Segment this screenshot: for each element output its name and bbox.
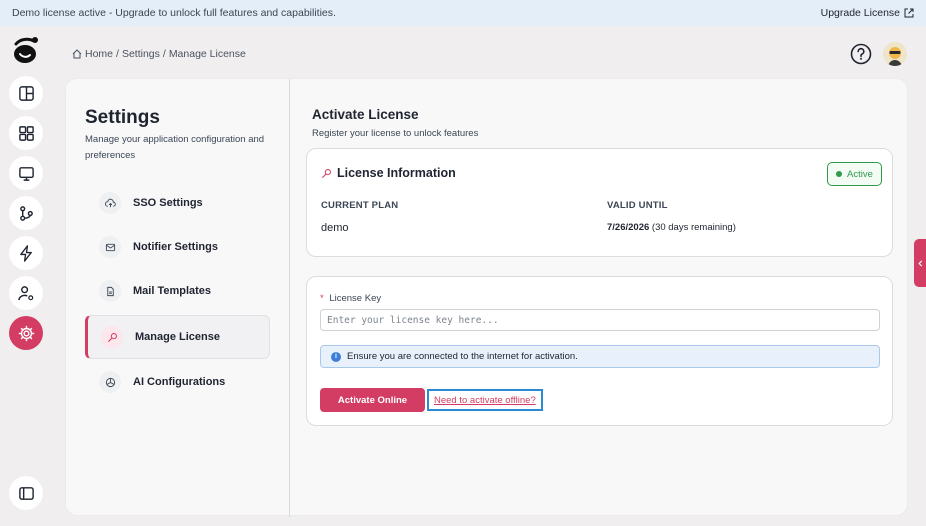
info-icon: i	[331, 351, 341, 362]
lightning-icon	[19, 244, 32, 262]
banner-text: Demo license active - Upgrade to unlock …	[12, 7, 336, 19]
document-icon	[99, 280, 121, 302]
license-info-card: License Information Active CURRENT PLAN …	[306, 148, 893, 257]
activate-online-button[interactable]: Activate Online	[320, 388, 425, 412]
avatar[interactable]	[883, 42, 907, 66]
nav-item-label: Manage License	[135, 331, 220, 343]
valid-until-value: 7/26/2026 (30 days remaining)	[607, 222, 736, 233]
layout-icon	[18, 85, 34, 101]
user-avatar-icon	[883, 42, 907, 66]
cloud-upload-icon	[99, 192, 121, 214]
side-panel-toggle[interactable]	[914, 239, 926, 287]
page-title: Activate License	[312, 107, 419, 122]
rail-settings-button[interactable]	[9, 316, 43, 350]
dashboard-icon	[18, 125, 34, 141]
breadcrumb-separator: /	[116, 48, 119, 60]
rail-user-settings-button[interactable]	[9, 276, 43, 310]
connection-notice-text: Ensure you are connected to the internet…	[347, 351, 578, 362]
status-badge: Active	[827, 162, 882, 186]
nav-item-label: Mail Templates	[133, 285, 212, 297]
settings-panel: Settings Manage your application configu…	[65, 78, 908, 517]
breadcrumb-home[interactable]: Home	[85, 48, 113, 60]
external-link-icon	[904, 8, 914, 18]
license-key-label: * License Key	[320, 293, 381, 304]
rail-layout-button[interactable]	[9, 76, 43, 110]
license-key-input[interactable]	[320, 309, 880, 331]
rail-dashboard-button[interactable]	[9, 116, 43, 150]
key-icon	[322, 168, 331, 178]
breadcrumb: Home / Settings / Manage License	[72, 48, 246, 60]
breadcrumb-settings[interactable]: Settings	[122, 48, 160, 60]
monitor-icon	[18, 166, 34, 181]
nav-item-notifier-settings[interactable]: Notifier Settings	[85, 225, 270, 269]
breadcrumb-separator: /	[162, 48, 166, 60]
current-plan-label: CURRENT PLAN	[321, 200, 399, 211]
breadcrumb-current: Manage License	[168, 48, 246, 60]
license-info-title: License Information	[321, 166, 456, 180]
nav-item-label: Notifier Settings	[133, 241, 218, 253]
nav-item-label: SSO Settings	[133, 197, 203, 209]
license-key-label-text: License Key	[329, 293, 382, 304]
app-logo-icon	[14, 37, 38, 63]
valid-until-remaining: (30 days remaining)	[651, 222, 736, 233]
rail-sidebar-toggle-button[interactable]	[9, 476, 43, 510]
status-badge-label: Active	[847, 168, 873, 180]
settings-subtitle: Manage your application configuration an…	[85, 134, 265, 161]
current-plan-value: demo	[321, 222, 349, 234]
required-marker: *	[320, 293, 324, 304]
nav-item-manage-license[interactable]: Manage License	[85, 315, 270, 359]
user-gear-icon	[17, 285, 33, 300]
mail-icon	[99, 236, 121, 258]
sidebar-toggle-icon	[18, 486, 34, 500]
nav-item-sso-settings[interactable]: SSO Settings	[85, 181, 270, 225]
license-info-title-text: License Information	[337, 166, 456, 180]
nav-item-ai-configurations[interactable]: AI Configurations	[85, 360, 270, 404]
ai-icon	[99, 371, 121, 393]
valid-until-date: 7/26/2026	[607, 222, 650, 233]
workflow-icon	[19, 205, 33, 221]
rail-automation-button[interactable]	[9, 236, 43, 270]
rail-workflow-button[interactable]	[9, 196, 43, 230]
nav-item-label: AI Configurations	[133, 376, 226, 388]
page-subtitle: Register your license to unlock features	[312, 128, 479, 139]
gear-icon	[18, 325, 34, 341]
rail-monitor-button[interactable]	[9, 156, 43, 190]
settings-title: Settings	[85, 107, 160, 128]
license-banner: Demo license active - Upgrade to unlock …	[0, 0, 926, 26]
status-dot-icon	[836, 171, 842, 177]
icon-rail	[0, 26, 52, 526]
connection-notice: i Ensure you are connected to the intern…	[320, 345, 880, 368]
upgrade-license-link[interactable]: Upgrade License	[821, 7, 914, 19]
top-bar: Home / Settings / Manage License	[52, 26, 926, 78]
help-icon[interactable]	[850, 43, 872, 65]
chevron-left-icon	[917, 259, 922, 267]
activation-card: * License Key i Ensure you are connected…	[306, 276, 893, 426]
panel-divider	[289, 79, 290, 517]
upgrade-label: Upgrade License	[820, 7, 900, 19]
home-icon	[72, 49, 82, 59]
activate-offline-link[interactable]: Need to activate offline?	[427, 389, 543, 411]
valid-until-label: VALID UNTIL	[607, 200, 668, 211]
nav-item-mail-templates[interactable]: Mail Templates	[85, 269, 270, 313]
key-icon	[101, 326, 123, 348]
